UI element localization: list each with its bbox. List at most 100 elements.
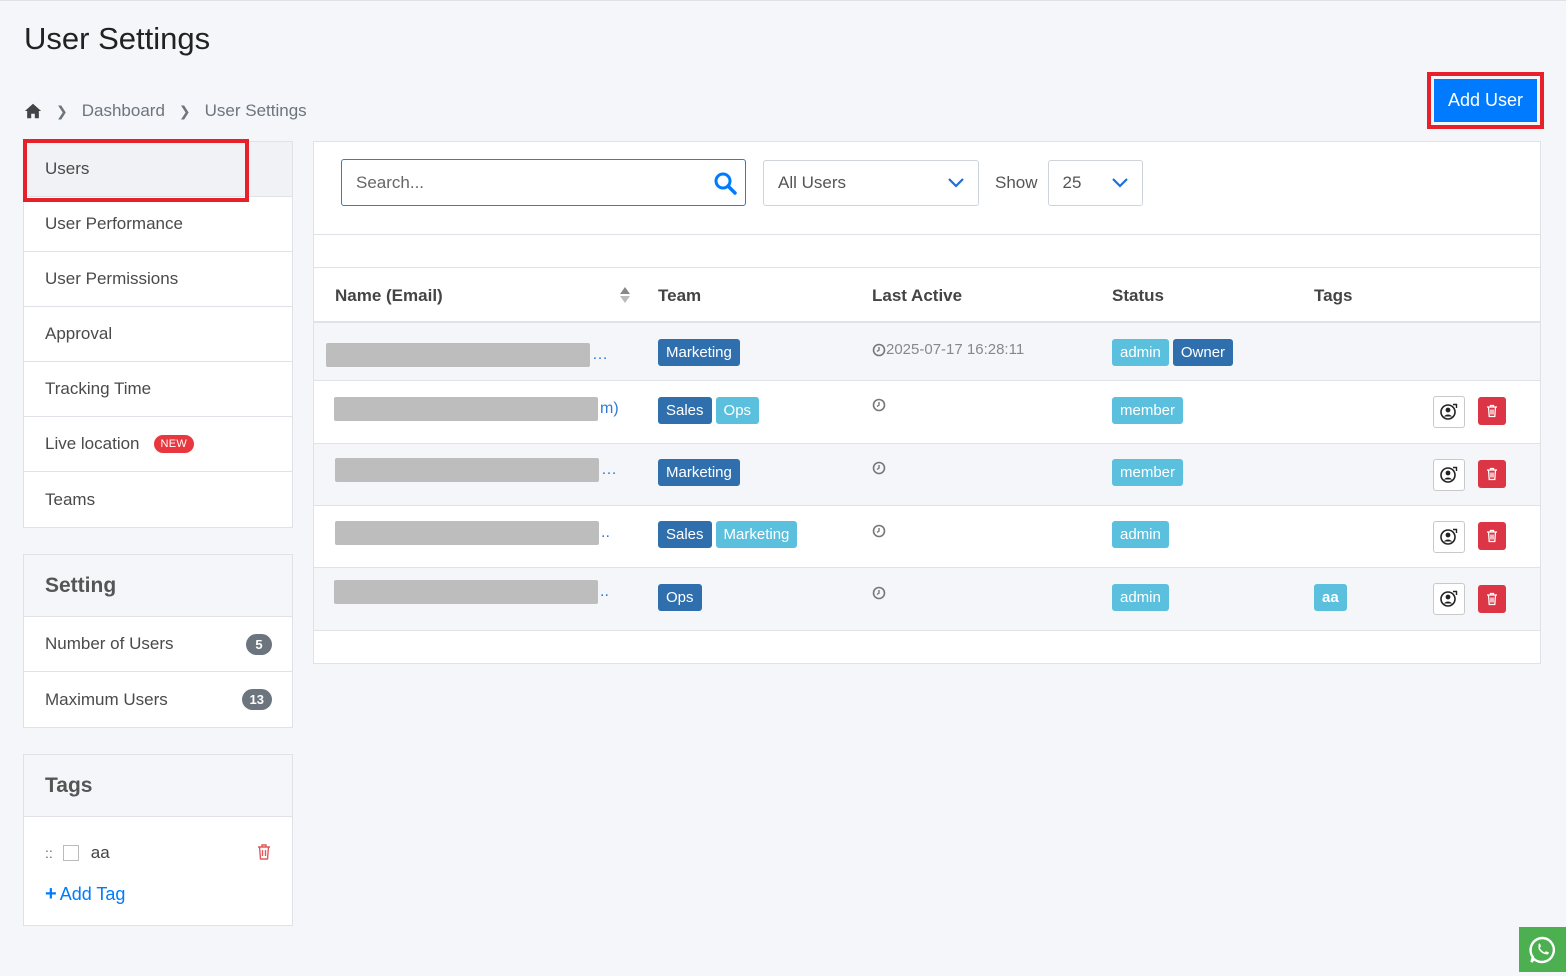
setting-card: Setting Number of Users 5 Maximum Users … [23, 554, 293, 728]
trash-icon [1487, 467, 1497, 481]
table-row: … Marketing member [314, 444, 1540, 506]
header-team[interactable]: Team [658, 286, 701, 306]
trash-icon [1487, 529, 1497, 543]
plus-icon: + [45, 883, 57, 905]
sidebar-item-label: Tracking Time [45, 379, 152, 398]
drag-handle-icon[interactable]: :: [45, 845, 53, 861]
team-cell: Sales Marketing [658, 521, 801, 548]
name-tail: … [601, 461, 617, 478]
header-last-active[interactable]: Last Active [872, 286, 962, 306]
sidebar-item-label: User Performance [45, 214, 183, 233]
delete-user-button[interactable] [1478, 397, 1506, 425]
tag-item: :: aa [24, 817, 292, 863]
table-row: .. Sales Marketing admin [314, 506, 1540, 568]
user-name-cell[interactable]: … [326, 343, 608, 367]
name-tail: .. [600, 583, 609, 600]
whatsapp-chat-button[interactable] [1519, 927, 1566, 972]
clock-icon [872, 398, 886, 412]
status-badge: Owner [1172, 339, 1234, 366]
tags-title: Tags [24, 755, 292, 817]
trash-icon [1487, 592, 1497, 606]
setting-label: Maximum Users [45, 689, 168, 709]
clock-icon [872, 461, 886, 475]
count-badge: 5 [246, 633, 272, 655]
last-active-cell [872, 586, 886, 600]
status-cell: admin Owner [1112, 339, 1237, 366]
status-badge: member [1112, 459, 1184, 486]
user-name-cell[interactable]: .. [334, 580, 609, 604]
status-badge: admin [1112, 584, 1169, 611]
home-icon[interactable] [24, 102, 42, 120]
sidebar-item-user-performance[interactable]: User Performance [24, 197, 292, 252]
team-badge: Marketing [658, 339, 740, 366]
team-cell: Marketing [658, 339, 744, 366]
status-cell: member [1112, 397, 1187, 424]
user-name-cell[interactable]: .. [335, 521, 610, 545]
toolbar: All Users Show 25 [341, 159, 1143, 206]
sidebar-item-label: User Permissions [45, 269, 179, 288]
divider [314, 234, 1540, 235]
sidebar-item-label: Live location [45, 434, 140, 453]
sidebar-item-teams[interactable]: Teams [24, 472, 292, 527]
user-name-cell[interactable]: m) [334, 397, 619, 421]
status-badge: member [1112, 397, 1184, 424]
delete-user-button[interactable] [1478, 585, 1506, 613]
table-row: .. Ops admin aa [314, 568, 1540, 631]
sidebar-item-approval[interactable]: Approval [24, 307, 292, 362]
sidebar-item-label: Users [45, 159, 90, 178]
name-tail: .. [601, 524, 610, 541]
header-tags[interactable]: Tags [1314, 286, 1352, 306]
status-cell: admin [1112, 521, 1173, 548]
user-switch-icon [1440, 466, 1458, 483]
add-user-button[interactable]: Add User [1434, 79, 1537, 122]
sidebar-item-label: Teams [45, 489, 96, 509]
setting-label: Number of Users [45, 634, 174, 653]
chevron-down-icon [1111, 177, 1128, 188]
new-badge: NEW [153, 435, 195, 453]
sidebar-nav: Users User Performance User Permissions … [23, 141, 293, 528]
trash-icon[interactable] [256, 843, 272, 861]
whatsapp-icon [1528, 936, 1555, 963]
user-name-cell[interactable]: … [335, 458, 617, 482]
search-icon[interactable] [713, 171, 737, 195]
sidebar-item-user-permissions[interactable]: User Permissions [24, 252, 292, 307]
sort-icon[interactable] [619, 285, 631, 305]
redacted-name [334, 580, 598, 604]
clock-icon [872, 343, 886, 356]
add-tag-link[interactable]: + Add Tag [24, 863, 292, 906]
sidebar-item-users[interactable]: Users [24, 142, 292, 197]
count-badge: 13 [241, 689, 272, 710]
tag-checkbox[interactable] [62, 845, 79, 861]
header-status[interactable]: Status [1112, 286, 1164, 306]
impersonate-user-button[interactable] [1433, 521, 1465, 553]
status-badge: admin [1112, 521, 1169, 548]
tag-label: aa [90, 843, 110, 862]
team-badge: Ops [658, 584, 702, 611]
tags-cell: aa [1314, 584, 1351, 611]
impersonate-user-button[interactable] [1433, 583, 1465, 615]
breadcrumb-dashboard[interactable]: Dashboard [82, 101, 165, 121]
table-row: … Marketing 2025-07-17 16:28:11 admin Ow… [314, 323, 1540, 381]
table-header: Name (Email) Team Last Active Status Tag… [314, 267, 1540, 323]
user-filter-select[interactable]: All Users [763, 159, 979, 206]
team-cell: Sales Ops [658, 397, 763, 424]
impersonate-user-button[interactable] [1433, 396, 1465, 428]
chevron-down-icon [948, 177, 964, 188]
sidebar-item-live-location[interactable]: Live location NEW [24, 417, 292, 472]
delete-user-button[interactable] [1478, 460, 1506, 488]
impersonate-user-button[interactable] [1433, 459, 1465, 491]
team-badge: Sales [658, 397, 712, 424]
status-cell: member [1112, 459, 1187, 486]
user-switch-icon [1440, 528, 1458, 545]
user-filter-value: All Users [778, 172, 847, 192]
last-active-cell [872, 524, 886, 538]
user-switch-icon [1440, 403, 1458, 420]
page-size-select[interactable]: 25 [1047, 159, 1143, 206]
header-name[interactable]: Name (Email) [335, 286, 443, 306]
redacted-name [335, 458, 599, 482]
delete-user-button[interactable] [1478, 522, 1506, 550]
page-title: User Settings [24, 21, 211, 56]
search-input[interactable] [356, 172, 713, 193]
search-box [341, 159, 746, 206]
sidebar-item-tracking-time[interactable]: Tracking Time [24, 362, 292, 417]
